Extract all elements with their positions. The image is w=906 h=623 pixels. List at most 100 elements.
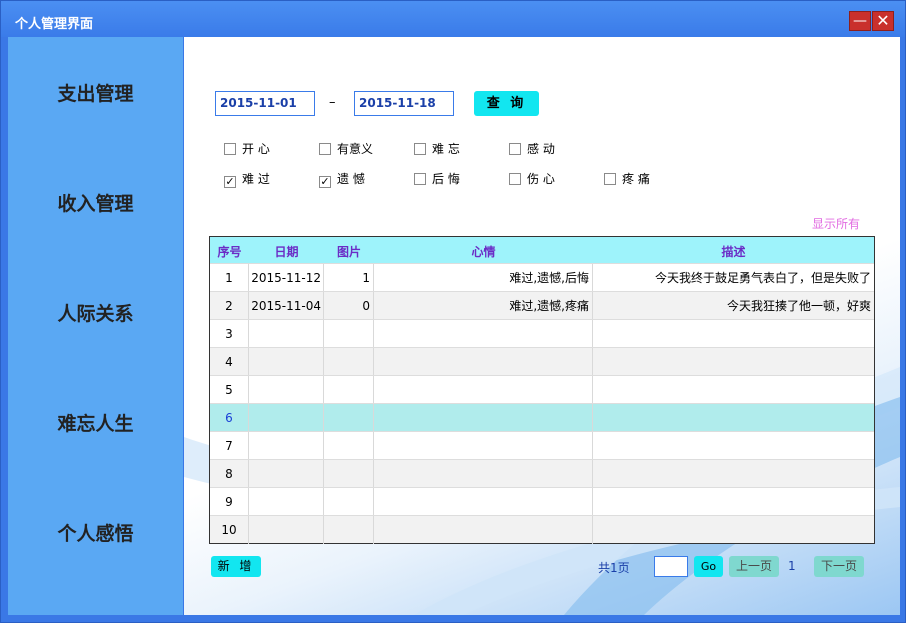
cell-no: 1 (210, 264, 249, 292)
cell-mood (374, 516, 593, 544)
cell-picture (324, 460, 374, 488)
cell-description (593, 404, 874, 432)
app-window: 个人管理界面 — ✕ 支出管理 收入管理 人际关系 难忘人生 个人感悟 2015… (0, 0, 906, 623)
prev-page-button[interactable]: 上一页 (729, 556, 779, 577)
current-page-number: 1 (788, 559, 796, 573)
cell-picture: 0 (324, 292, 374, 320)
table-row[interactable]: 3 (210, 319, 874, 348)
cell-date (249, 320, 324, 348)
cell-picture (324, 488, 374, 516)
date-range-separator: – (329, 95, 336, 110)
table-row[interactable]: 10 (210, 515, 874, 544)
checkbox-unchecked-icon[interactable] (414, 173, 426, 185)
cell-date (249, 348, 324, 376)
column-header-picture[interactable]: 图片 (324, 243, 374, 260)
cell-no: 9 (210, 488, 249, 516)
mood-checkbox-happy[interactable]: 开 心 (224, 141, 270, 157)
main-panel: 2015-11-01 – 2015-11-18 查 询 开 心 有意义 难 忘 … (184, 37, 900, 615)
sidebar-item-memorable-life[interactable]: 难忘人生 (8, 409, 183, 436)
checkbox-unchecked-icon[interactable] (414, 143, 426, 155)
cell-no: 8 (210, 460, 249, 488)
mood-label: 疼 痛 (622, 172, 650, 186)
cell-picture (324, 516, 374, 544)
cell-date: 2015-11-12 (249, 264, 324, 292)
table-row[interactable]: 5 (210, 375, 874, 404)
checkbox-unchecked-icon[interactable] (509, 143, 521, 155)
sidebar-item-expense[interactable]: 支出管理 (8, 79, 183, 106)
window-bottom-border (1, 615, 905, 622)
cell-picture (324, 432, 374, 460)
cell-description (593, 488, 874, 516)
cell-date (249, 488, 324, 516)
cell-description: 今天我终于鼓足勇气表白了，但是失败了 (654, 271, 871, 285)
column-header-no[interactable]: 序号 (210, 243, 249, 260)
mood-checkbox-unforgettable[interactable]: 难 忘 (414, 141, 460, 157)
mood-checkbox-pain[interactable]: 疼 痛 (604, 171, 650, 187)
table-row[interactable]: 2 2015-11-04 0 难过,遗憾,疼痛 今天我狂揍了他一顿，好爽 (210, 291, 874, 320)
cell-picture (324, 404, 374, 432)
sidebar-item-relations[interactable]: 人际关系 (8, 299, 183, 326)
cell-no: 7 (210, 432, 249, 460)
column-header-description[interactable]: 描述 (593, 243, 874, 260)
mood-checkbox-remorse[interactable]: 后 悔 (414, 171, 460, 187)
cell-date (249, 460, 324, 488)
cell-mood (374, 432, 593, 460)
page-number-input[interactable] (654, 556, 688, 577)
table-row-selected[interactable]: 6 (210, 403, 874, 432)
cell-no: 5 (210, 376, 249, 404)
table-row[interactable]: 8 (210, 459, 874, 488)
mood-label: 遗 憾 (337, 172, 365, 186)
cell-mood: 难过,遗憾,后悔 (374, 264, 593, 292)
close-button[interactable]: ✕ (872, 11, 894, 31)
checkbox-checked-icon[interactable]: ✓ (319, 176, 331, 188)
column-header-date[interactable]: 日期 (249, 243, 324, 260)
table-row[interactable]: 7 (210, 431, 874, 460)
checkbox-unchecked-icon[interactable] (509, 173, 521, 185)
mood-label: 难 过 (242, 172, 270, 186)
query-button[interactable]: 查 询 (474, 91, 539, 116)
mood-label: 伤 心 (527, 172, 555, 186)
sidebar-item-insights[interactable]: 个人感悟 (8, 519, 183, 546)
cell-mood (374, 376, 593, 404)
cell-no: 4 (210, 348, 249, 376)
cell-description (593, 432, 874, 460)
checkbox-unchecked-icon[interactable] (224, 143, 236, 155)
cell-description (593, 460, 874, 488)
cell-mood (374, 404, 593, 432)
checkbox-unchecked-icon[interactable] (604, 173, 616, 185)
cell-picture (324, 376, 374, 404)
cell-picture (324, 348, 374, 376)
cell-mood: 难过,遗憾,疼痛 (374, 292, 593, 320)
mood-checkbox-regret[interactable]: ✓ 遗 憾 (319, 171, 365, 188)
go-button[interactable]: Go (694, 556, 723, 577)
add-button[interactable]: 新 增 (211, 556, 261, 577)
mood-checkbox-sad[interactable]: ✓ 难 过 (224, 171, 270, 188)
checkbox-unchecked-icon[interactable] (319, 143, 331, 155)
mood-checkbox-hurt[interactable]: 伤 心 (509, 171, 555, 187)
minimize-button[interactable]: — (849, 11, 871, 31)
records-table: 序号 日期 图片 心情 描述 1 2015-11-12 1 难过,遗憾,后悔 今… (209, 236, 875, 544)
cell-no: 10 (210, 516, 249, 544)
table-row[interactable]: 9 (210, 487, 874, 516)
cell-mood (374, 348, 593, 376)
checkbox-checked-icon[interactable]: ✓ (224, 176, 236, 188)
column-header-mood[interactable]: 心情 (374, 243, 593, 260)
cell-no: 2 (210, 292, 249, 320)
mood-label: 开 心 (242, 142, 270, 156)
table-row[interactable]: 1 2015-11-12 1 难过,遗憾,后悔 今天我终于鼓足勇气表白了，但是失… (210, 263, 874, 292)
next-page-button[interactable]: 下一页 (814, 556, 864, 577)
cell-date: 2015-11-04 (249, 292, 324, 320)
title-bar[interactable]: 个人管理界面 — ✕ (1, 1, 905, 37)
mood-checkbox-touched[interactable]: 感 动 (509, 141, 555, 157)
table-row[interactable]: 4 (210, 347, 874, 376)
window-title: 个人管理界面 (15, 17, 94, 32)
start-date-input[interactable]: 2015-11-01 (215, 91, 315, 116)
total-pages-label: 共1页 (598, 561, 630, 575)
show-all-link[interactable]: 显示所有 (812, 215, 860, 232)
sidebar-item-income[interactable]: 收入管理 (8, 189, 183, 216)
mood-checkbox-meaningful[interactable]: 有意义 (319, 141, 373, 157)
cell-picture (324, 320, 374, 348)
end-date-input[interactable]: 2015-11-18 (354, 91, 454, 116)
mood-label: 有意义 (337, 142, 374, 156)
cell-no: 3 (210, 320, 249, 348)
